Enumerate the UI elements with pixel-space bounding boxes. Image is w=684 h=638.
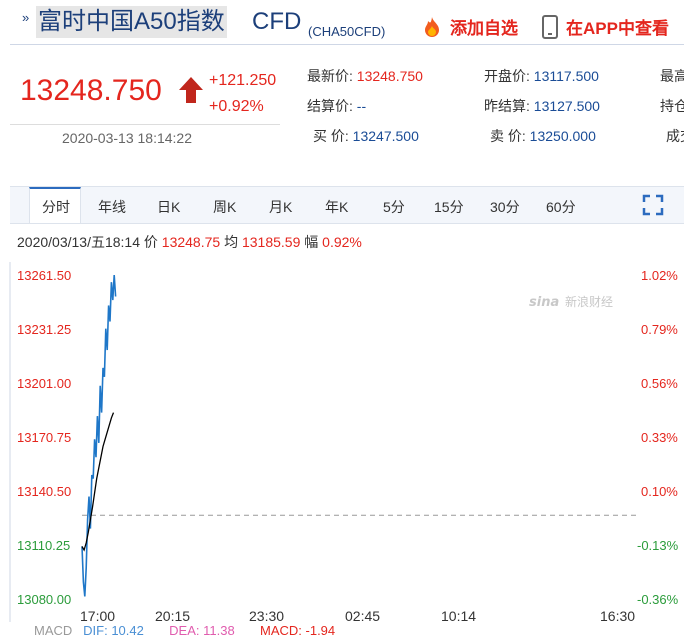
title-bar: » 富时中国A50指数 CFD (CHA50CFD) 添加自选 在APP中查看 [0,0,684,44]
info-pct: 0.92% [322,234,362,250]
stat-value: 13248.750 [356,68,423,84]
macd-title: MACD [34,623,73,638]
stat-open: 开盘价: 13117.500 [484,66,599,86]
stat-label: 开盘价: [484,68,530,84]
info-avg-label: 均 [224,234,239,250]
macd-dif-label: DIF: [83,623,108,638]
y-tick-left: 13261.50 [17,268,72,283]
y-tick-right: -0.13% [637,538,679,553]
tab-yearly-k[interactable]: 年K [325,197,348,217]
symbol-code: (CHA50CFD) [308,24,386,39]
stat-label: 买 价: [313,128,349,144]
add-favorite-button[interactable]: 添加自选 [420,14,518,39]
macd-value-label: MACD: [260,623,302,638]
stat-label: 持仓 [660,98,684,114]
x-tick: 02:45 [345,608,381,624]
y-tick-right: -0.36% [637,592,679,607]
info-price: 13248.75 [161,234,221,250]
hover-info-line: 2020/03/13/五18:14 价 13248.75 均 13185.59 … [17,232,362,252]
macd-dif: 10.42 [111,623,144,638]
y-tick-left: 13080.00 [17,592,72,607]
x-tick: 20:15 [155,608,191,624]
stat-value: 13247.500 [352,128,419,144]
y-tick-right: 0.56% [641,376,678,391]
watermark-logo-text: sina [529,295,559,310]
info-avg: 13185.59 [241,234,301,250]
stat-value: -- [356,98,367,114]
page-title: 富时中国A50指数 [36,6,227,38]
flame-icon [425,17,439,37]
y-tick-right: 0.33% [641,430,678,445]
price-change: +121.250 [209,72,277,89]
y-tick-right: 1.02% [641,268,678,283]
x-tick: 10:14 [441,608,477,624]
open-app-label: 在APP中查看 [566,19,669,38]
page-title-suffix: CFD [252,8,302,35]
tab-monthly-k[interactable]: 月K [269,197,292,217]
phone-icon [542,15,558,39]
info-pct-label: 幅 [304,234,319,250]
price-line [81,275,117,597]
stat-label: 最新价: [307,68,353,84]
stat-value: 13117.500 [533,68,599,84]
up-arrow-icon [179,77,203,103]
macd-dea-label: DEA: [169,623,200,638]
divider [10,44,684,45]
y-tick-left: 13110.25 [17,538,71,553]
stat-volume: 成交 [666,126,684,146]
info-price-label: 价 [143,234,158,250]
price-change-percent: +0.92% [209,98,264,115]
tab-year-line[interactable]: 年线 [98,197,126,217]
y-tick-right: 0.10% [641,484,678,499]
stat-value: 13127.500 [533,98,600,114]
divider [10,124,280,125]
open-app-button[interactable]: 在APP中查看 [542,14,669,39]
x-tick: 23:30 [249,608,285,624]
chevron-icon[interactable]: » [22,10,29,25]
tab-daily-k[interactable]: 日K [157,197,180,217]
stat-prev-settle: 昨结算: 13127.500 [484,96,600,116]
tab-60min[interactable]: 60分 [546,197,576,217]
y-tick-right: 0.79% [641,322,678,337]
watermark-text: 新浪财经 [565,294,613,309]
watermark: sina 新浪财经 [529,294,613,310]
stat-high: 最高 [660,66,684,86]
stat-hold: 持仓 [660,96,684,116]
info-date: 2020/03/13/五18:14 [17,234,140,250]
tab-weekly-k[interactable]: 周K [213,197,236,217]
stat-label: 成交 [666,128,684,144]
stat-label: 结算价: [307,98,353,114]
macd-dea: 11.38 [203,623,235,638]
stat-bid: 买 价: 13247.500 [313,126,419,146]
stat-settle: 结算价: -- [307,96,366,116]
x-tick: 17:00 [80,608,116,624]
y-tick-left: 13140.50 [17,484,72,499]
quote-timestamp: 2020-03-13 18:14:22 [62,130,192,146]
stat-ask: 卖 价: 13250.000 [490,126,596,146]
stat-latest: 最新价: 13248.750 [307,66,423,86]
chart-canvas: sina 新浪财经 [9,262,636,622]
stat-label: 昨结算: [484,98,530,114]
y-tick-left: 13201.00 [17,376,72,391]
tab-5min[interactable]: 5分 [383,197,405,217]
tab-15min[interactable]: 15分 [434,197,464,217]
tab-30min[interactable]: 30分 [490,197,520,217]
x-tick: 16:30 [600,608,636,624]
stat-label: 最高 [660,68,684,84]
fullscreen-icon[interactable] [642,194,664,216]
last-price: 13248.750 [20,74,162,107]
intraday-chart[interactable]: sina 新浪财经 13261.50 13231.25 13201.00 13170.… [0,262,684,638]
add-favorite-label: 添加自选 [450,19,518,38]
stat-value: 13250.000 [529,128,596,144]
macd-indicator-line: MACD DIF: 10.42 DEA: 11.38 MACD: -1.94 [34,623,335,638]
tab-intraday[interactable]: 分时 [42,197,70,217]
chart-period-tabs: 分时 年线 日K 周K 月K 年K 5分 15分 30分 60分 [10,186,684,224]
y-tick-left: 13170.75 [17,430,72,445]
macd-value: -1.94 [305,623,336,638]
stat-label: 卖 价: [490,128,526,144]
chart-series [81,275,117,597]
y-tick-left: 13231.25 [17,322,72,337]
